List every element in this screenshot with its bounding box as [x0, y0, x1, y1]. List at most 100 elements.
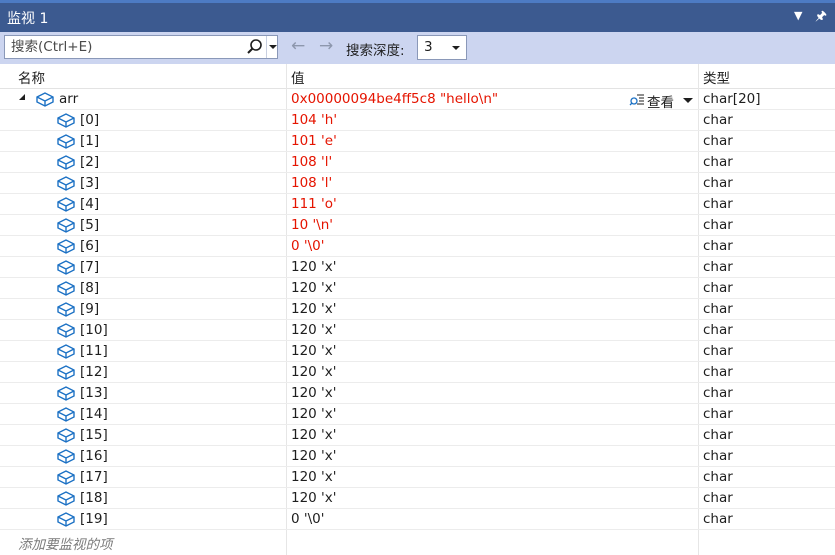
search-depth-value: 3	[424, 39, 433, 55]
item-type: char	[703, 154, 733, 170]
item-name: [18]	[80, 490, 108, 506]
variable-icon	[57, 427, 75, 443]
variable-icon	[57, 112, 75, 128]
variable-icon	[57, 175, 75, 191]
item-type: char	[703, 175, 733, 191]
item-type: char	[703, 385, 733, 401]
item-value: 120 'x'	[291, 259, 337, 275]
watch-row[interactable]: [17] 120 'x' char	[0, 467, 835, 488]
view-button-label: 查看	[647, 95, 674, 111]
item-name: [14]	[80, 406, 108, 422]
title-bar: 监视 1 ▼ 🖈	[0, 0, 835, 32]
item-type: char	[703, 364, 733, 380]
toolbar: ← → 搜索深度: 3	[0, 32, 835, 64]
item-type: char	[703, 427, 733, 443]
item-name: [2]	[80, 154, 100, 170]
item-name: [0]	[80, 112, 100, 128]
item-value: 10 '\n'	[291, 217, 333, 233]
item-type: char	[703, 511, 733, 527]
item-type: char	[703, 322, 733, 338]
item-value: 120 'x'	[291, 301, 337, 317]
window-title: 监视 1	[7, 11, 49, 27]
watch-row[interactable]: [12] 120 'x' char	[0, 362, 835, 383]
watch-row[interactable]: [8] 120 'x' char	[0, 278, 835, 299]
watch-row-root[interactable]: arr 0x00000094be4ff5c8 "hello\n" 查看 char…	[0, 89, 835, 111]
variable-icon	[57, 322, 75, 338]
variable-icon	[57, 343, 75, 359]
item-value: 120 'x'	[291, 427, 337, 443]
item-value: 120 'x'	[291, 343, 337, 359]
item-value: 0 '\0'	[291, 511, 325, 527]
watch-row[interactable]: [18] 120 'x' char	[0, 488, 835, 509]
column-header: 名称 值 类型	[0, 64, 835, 89]
window-position-dropdown-icon[interactable]: ▼	[794, 9, 802, 22]
watch-row[interactable]: [13] 120 'x' char	[0, 383, 835, 404]
item-name: [3]	[80, 175, 100, 191]
variable-icon	[57, 406, 75, 422]
variable-icon	[57, 280, 75, 296]
watch-row[interactable]: [7] 120 'x' char	[0, 257, 835, 278]
watch-row[interactable]: [2] 108 'l' char	[0, 152, 835, 173]
item-type: char	[703, 343, 733, 359]
variable-icon	[57, 385, 75, 401]
watch-row[interactable]: [19] 0 '\0' char	[0, 509, 835, 530]
watch-row[interactable]: [1] 101 'e' char	[0, 131, 835, 152]
root-value: 0x00000094be4ff5c8 "hello\n"	[291, 91, 499, 107]
item-type: char	[703, 469, 733, 485]
variable-icon	[57, 469, 75, 485]
pin-icon[interactable]: 🖈	[815, 7, 827, 29]
item-type: char	[703, 238, 733, 254]
watch-row[interactable]: [15] 120 'x' char	[0, 425, 835, 446]
root-name: arr	[59, 91, 79, 107]
watch-row[interactable]: [16] 120 'x' char	[0, 446, 835, 467]
item-type: char	[703, 280, 733, 296]
variable-icon	[57, 490, 75, 506]
search-depth-select[interactable]: 3	[417, 35, 467, 60]
watch-row[interactable]: [5] 10 '\n' char	[0, 215, 835, 236]
column-name-header[interactable]: 名称	[18, 67, 45, 87]
item-type: char	[703, 406, 733, 422]
visualizer-icon	[629, 94, 644, 106]
variable-icon	[57, 154, 75, 170]
search-forward-arrow-icon[interactable]: →	[319, 36, 333, 56]
item-type: char	[703, 448, 733, 464]
add-watch-row[interactable]: 添加要监视的项	[0, 531, 835, 555]
item-value: 120 'x'	[291, 406, 337, 422]
search-options-dropdown[interactable]	[266, 36, 279, 58]
item-type: char	[703, 196, 733, 212]
variable-icon	[57, 511, 75, 527]
item-name: [19]	[80, 511, 108, 527]
variable-icon	[57, 259, 75, 275]
item-value: 120 'x'	[291, 280, 337, 296]
variable-icon	[57, 301, 75, 317]
item-value: 120 'x'	[291, 469, 337, 485]
watch-row[interactable]: [11] 120 'x' char	[0, 341, 835, 362]
watch-row[interactable]: [0] 104 'h' char	[0, 110, 835, 131]
search-back-arrow-icon[interactable]: ←	[291, 36, 305, 56]
variable-icon	[57, 196, 75, 212]
item-name: [6]	[80, 238, 100, 254]
column-type-header[interactable]: 类型	[703, 67, 730, 87]
item-value: 108 'l'	[291, 175, 333, 191]
item-name: [5]	[80, 217, 100, 233]
watch-row[interactable]: [10] 120 'x' char	[0, 320, 835, 341]
variable-icon	[57, 133, 75, 149]
item-value: 104 'h'	[291, 112, 338, 128]
watch-row[interactable]: [9] 120 'x' char	[0, 299, 835, 320]
collapse-arrow-icon[interactable]	[19, 94, 25, 100]
item-type: char	[703, 133, 733, 149]
watch-row[interactable]: [14] 120 'x' char	[0, 404, 835, 425]
chevron-down-icon	[683, 98, 693, 103]
search-input[interactable]	[5, 36, 249, 58]
item-type: char	[703, 217, 733, 233]
item-name: [11]	[80, 343, 108, 359]
column-value-header[interactable]: 值	[291, 67, 305, 87]
watch-row[interactable]: [6] 0 '\0' char	[0, 236, 835, 257]
item-name: [8]	[80, 280, 100, 296]
item-name: [13]	[80, 385, 108, 401]
variable-icon	[57, 238, 75, 254]
watch-row[interactable]: [3] 108 'l' char	[0, 173, 835, 194]
search-icon[interactable]	[245, 37, 265, 57]
item-name: [12]	[80, 364, 108, 380]
watch-row[interactable]: [4] 111 'o' char	[0, 194, 835, 215]
